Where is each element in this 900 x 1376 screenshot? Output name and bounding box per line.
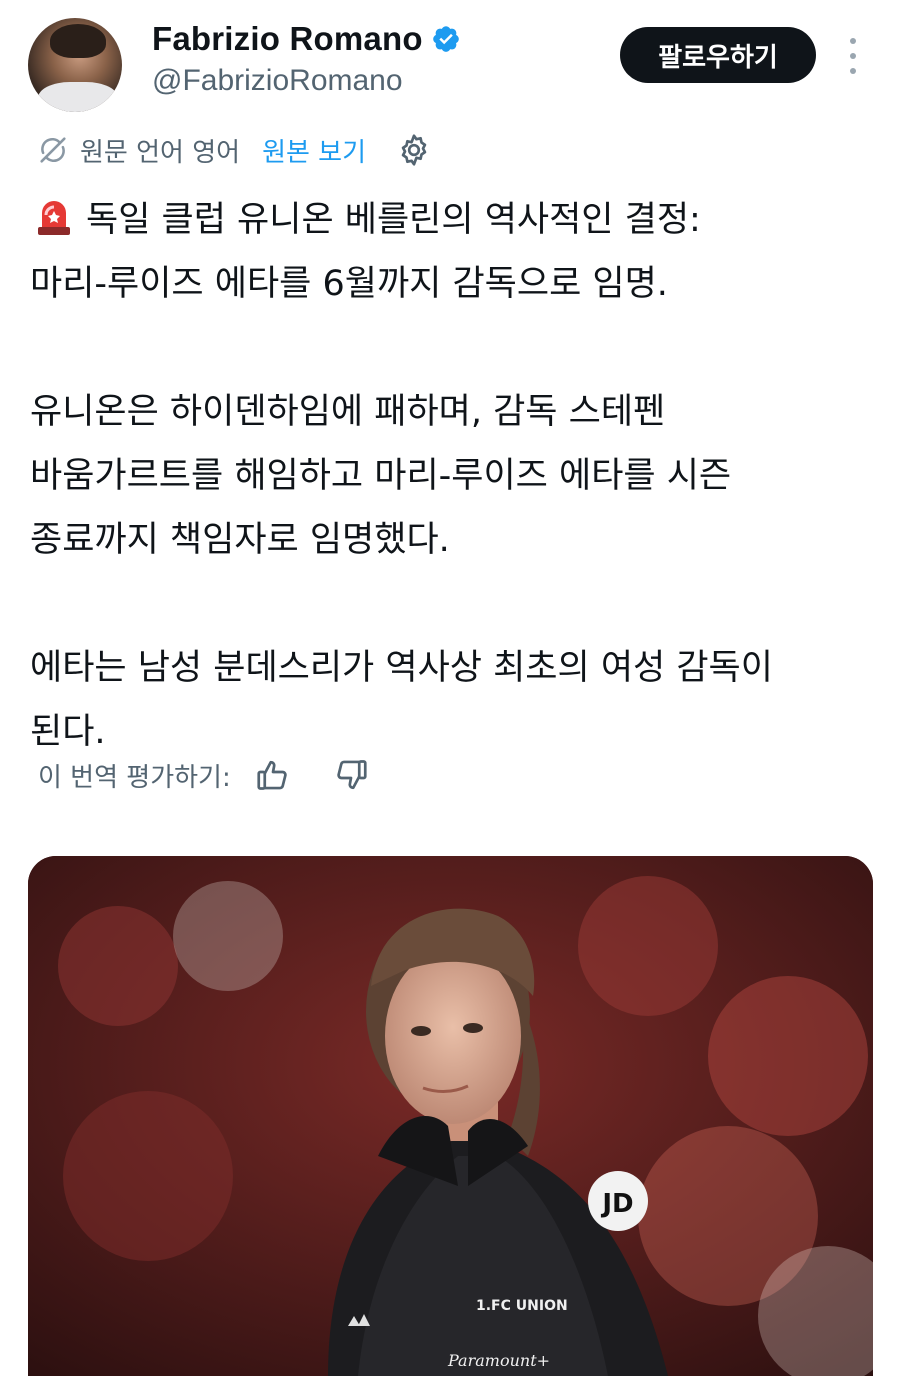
- original-language-label: 원문 언어 영어: [80, 137, 241, 168]
- tweet-paragraph-1-text: 독일 클럽 유니온 베를린의 역사적인 결정: 마리-루이즈 에타를 6월까지 …: [30, 200, 701, 304]
- club-crest-text: 1.FC UNION: [476, 1298, 568, 1314]
- more-vertical-icon[interactable]: [840, 38, 866, 74]
- avatar[interactable]: [28, 18, 122, 112]
- author-name-row: Fabrizio Romano: [152, 20, 461, 58]
- jacket-logo-text: JD: [600, 1189, 633, 1219]
- view-original-link[interactable]: 원본 보기: [262, 132, 366, 169]
- photo-illustration: JD 1.FC UNION Paramount+: [28, 856, 873, 1376]
- avatar-hair: [50, 24, 106, 58]
- tweet-header: Fabrizio Romano @FabrizioRomano 팔로우하기: [0, 0, 900, 120]
- police-light-icon: [38, 201, 70, 235]
- translation-bar: 원문 언어 영어 원본 보기: [36, 128, 432, 172]
- sponsor-text: Paramount+: [447, 1351, 550, 1370]
- thumbs-up-icon[interactable]: [255, 757, 291, 793]
- author-display-name[interactable]: Fabrizio Romano: [152, 20, 423, 58]
- thumbs-down-icon[interactable]: [333, 757, 369, 793]
- follow-button[interactable]: 팔로우하기: [620, 27, 816, 83]
- author-handle[interactable]: @FabrizioRomano: [152, 64, 403, 98]
- tweet-paragraph-2: 유니온은 하이덴하임에 패하며, 감독 스테펜 바움가르트를 해임하고 마리-루…: [30, 392, 732, 560]
- translate-icon: [40, 137, 66, 163]
- translation-rating: 이 번역 평가하기:: [38, 752, 411, 798]
- tweet-paragraph-3: 에타는 남성 분데스리가 역사상 최초의 여성 감독이 된다.: [30, 648, 773, 752]
- avatar-shirt: [38, 82, 118, 112]
- tweet-media-photo[interactable]: JD 1.FC UNION Paramount+: [28, 856, 873, 1376]
- gear-icon[interactable]: [396, 132, 432, 168]
- rate-translation-label: 이 번역 평가하기:: [38, 762, 231, 793]
- verified-badge-icon: [432, 26, 459, 52]
- tweet-paragraph-1: 독일 클럽 유니온 베를린의 역사적인 결정: 마리-루이즈 에타를 6월까지 …: [30, 188, 880, 316]
- tweet-body: 독일 클럽 유니온 베를린의 역사적인 결정: 마리-루이즈 에타를 6월까지 …: [30, 188, 880, 764]
